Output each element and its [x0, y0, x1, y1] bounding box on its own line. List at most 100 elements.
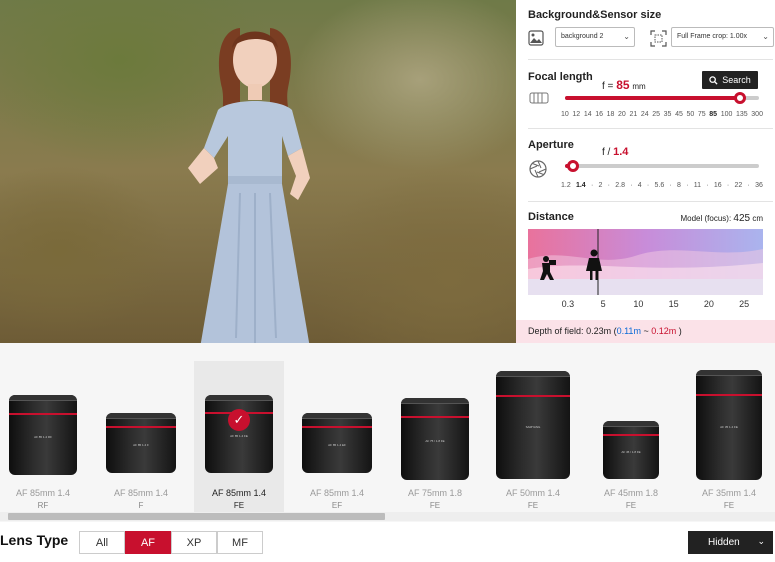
- lens-brand-text: AF 85 1.4 EF: [328, 443, 346, 447]
- lens-type-af[interactable]: AF: [125, 531, 171, 554]
- distance-illustration: [528, 229, 763, 295]
- scrollbar-thumb[interactable]: [8, 513, 385, 520]
- focal-readout: f = 85 mm: [602, 78, 646, 92]
- lens-name: AF 85mm 1.4: [309, 488, 365, 498]
- focal-slider-knob[interactable]: [733, 92, 746, 104]
- tick-label: 2: [598, 182, 603, 189]
- preview-photo: [0, 0, 516, 343]
- background-select[interactable]: background 2 ⌄: [555, 27, 635, 47]
- lens-carousel[interactable]: AF 85 1.4 RF AF 85mm 1.4 RF AF 85 1.4 F AF 8…: [0, 343, 775, 523]
- lens-image: AF 85 1.4 FE: [205, 395, 273, 473]
- photographer-icon: [540, 256, 556, 280]
- lens-brand-text: AF 85 1.4 F: [133, 443, 149, 447]
- lens-card[interactable]: AF 75 / 1.8 FE AF 75mm 1.8 FE: [390, 361, 480, 513]
- tick-label: ·: [706, 182, 709, 189]
- aperture-icon: [529, 160, 547, 178]
- aperture-ticks: 1.2 1.4 · 2 · 2.8 · 4 · 5.6 · 8 · 11 · 16 · 22 · 36: [561, 182, 763, 189]
- tick-label: 35: [663, 111, 672, 118]
- aperture-prefix: f /: [602, 147, 611, 158]
- distance-tick-label: 10: [633, 299, 644, 309]
- tick-label: 85: [709, 111, 718, 118]
- tick-label: 18: [606, 111, 615, 118]
- tick-label: ·: [607, 182, 610, 189]
- model-icon: [586, 249, 602, 280]
- divider: [528, 201, 773, 202]
- lens-brand-text: AF 45 / 1.8 FE: [621, 450, 641, 454]
- sensor-select-value: Full Frame crop: 1.00x: [677, 33, 748, 40]
- tick-label: 20: [618, 111, 626, 118]
- lens-mount: FE: [625, 501, 637, 510]
- distance-scene[interactable]: [528, 229, 763, 295]
- lens-image: AF 85 1.4 F: [106, 413, 176, 473]
- focal-unit: mm: [632, 82, 646, 91]
- lens-name: AF 85mm 1.4: [113, 488, 169, 498]
- chevron-down-icon: ⌄: [623, 32, 630, 41]
- tick-label: 10: [561, 111, 569, 118]
- focal-ticks: 10 12 14 16 18 20 21 24 25 35 45 50 75 85 100 135 300: [561, 111, 763, 118]
- tick-label: ·: [669, 182, 672, 189]
- hidden-dropdown[interactable]: Hidden ⌄: [688, 531, 773, 554]
- tick-label: 25: [652, 111, 661, 118]
- background-select-value: background 2: [561, 33, 604, 40]
- depth-of-field-bar: Depth of field: 0.23m (0.11m ~ 0.12m ): [516, 320, 775, 343]
- tick-label: ·: [590, 182, 594, 189]
- lens-brand-text: SAMYANG: [525, 425, 541, 429]
- tick-label: 135: [735, 111, 748, 118]
- lens-card[interactable]: AF 85 1.4 EF AF 85mm 1.4 EF: [292, 361, 382, 513]
- tick-label: 8: [677, 182, 681, 189]
- model-focus-readout: Model (focus): 425 cm: [680, 213, 763, 224]
- bg-sensor-title: Background&Sensor size: [528, 9, 662, 21]
- settings-panel: Background&Sensor size background 2 ⌄ Fu…: [516, 0, 775, 343]
- lens-name: AF 85mm 1.4: [15, 488, 71, 498]
- divider: [528, 128, 773, 129]
- dof-near: 0.11m: [616, 326, 641, 336]
- aperture-slider-knob[interactable]: [566, 160, 579, 172]
- tick-label: 21: [629, 111, 638, 118]
- carousel-scrollbar[interactable]: [0, 512, 775, 521]
- dof-label: Depth of field:: [528, 326, 584, 336]
- lens-card[interactable]: AF 85 1.4 FE ✓ AF 85mm 1.4 FE: [194, 361, 284, 513]
- model-focus-unit: cm: [752, 214, 763, 223]
- aperture-title: Aperture: [528, 139, 574, 151]
- sensor-select[interactable]: Full Frame crop: 1.00x ⌄: [671, 27, 774, 47]
- lens-mount: FE: [429, 501, 441, 510]
- lens-image: AF 75 / 1.8 FE: [401, 398, 469, 480]
- lens-mount: EF: [331, 501, 343, 510]
- tick-label: ·: [686, 182, 689, 189]
- lens-card[interactable]: AF 45 / 1.8 FE AF 45mm 1.8 FE: [586, 361, 676, 513]
- lens-type-all[interactable]: All: [79, 531, 125, 554]
- aperture-slider-track[interactable]: [565, 164, 759, 168]
- focal-slider-fill: [565, 96, 740, 100]
- distance-tick-label: 15: [668, 299, 679, 309]
- lens-card[interactable]: AF 85 1.4 RF AF 85mm 1.4 RF: [0, 361, 88, 513]
- dof-far: 0.12m: [651, 326, 677, 336]
- lens-card[interactable]: AF 35 1.4 FE AF 35mm 1.4 FE: [684, 361, 774, 513]
- check-icon: ✓: [228, 409, 250, 431]
- distance-tick-label: 5: [600, 299, 606, 309]
- divider: [528, 59, 773, 60]
- lens-name: AF 75mm 1.8: [407, 488, 463, 498]
- tick-label: 24: [640, 111, 649, 118]
- tick-label: 11: [693, 182, 702, 189]
- distance-tick-label: 25: [739, 299, 750, 309]
- tick-label: 300: [751, 111, 763, 118]
- model-focus-label: Model (focus):: [680, 214, 732, 223]
- aperture-readout: f / 1.4: [602, 146, 628, 158]
- lens-brand-text: AF 35 1.4 FE: [720, 425, 738, 429]
- focal-length-title: Focal length: [528, 71, 593, 83]
- tick-label: 16: [595, 111, 604, 118]
- lens-card[interactable]: SAMYANG AF 50mm 1.4 FE: [488, 361, 578, 513]
- lens-brand-text: AF 85 1.4 RF: [34, 435, 52, 439]
- lens-type-mf[interactable]: MF: [217, 531, 263, 554]
- tick-label: 16: [713, 182, 722, 189]
- lens-name: AF 85mm 1.4: [211, 488, 267, 498]
- lens-type-xp[interactable]: XP: [171, 531, 217, 554]
- tick-label: ·: [646, 182, 650, 189]
- distance-tick-label: 0.3: [561, 299, 575, 309]
- tick-label: 75: [697, 111, 706, 118]
- search-button[interactable]: Search: [702, 71, 758, 89]
- lens-name: AF 50mm 1.4: [505, 488, 561, 498]
- lens-brand-text: AF 75 / 1.8 FE: [425, 439, 445, 443]
- lens-card[interactable]: AF 85 1.4 F AF 85mm 1.4 F: [96, 361, 186, 513]
- lens-image: AF 45 / 1.8 FE: [603, 421, 659, 479]
